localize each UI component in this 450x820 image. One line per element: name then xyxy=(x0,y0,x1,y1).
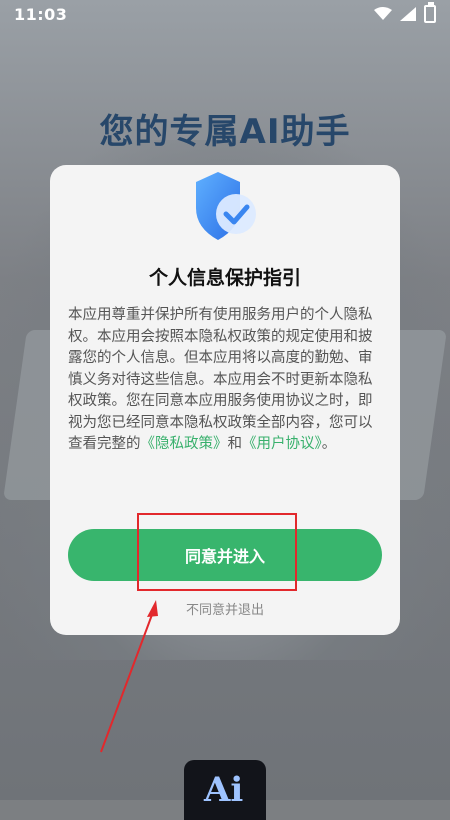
privacy-policy-link[interactable]: 《隐私政策》 xyxy=(141,436,228,452)
dialog-body: 本应用尊重并保护所有使用服务用户的个人隐私权。本应用会按照本隐私权政策的规定使用… xyxy=(68,305,384,456)
status-bar: 11:03 xyxy=(0,0,450,30)
battery-icon xyxy=(424,2,436,23)
background-headline: 您的专属AI助手 xyxy=(99,112,351,152)
signal-icon xyxy=(400,7,416,21)
user-agreement-link[interactable]: 《用户协议》 xyxy=(242,436,322,452)
dialog-title: 个人信息保护指引 xyxy=(148,267,301,289)
disagree-and-exit-link[interactable]: 不同意并退出 xyxy=(50,599,400,618)
wifi-icon xyxy=(374,7,392,20)
shield-check-icon xyxy=(188,170,268,240)
and-text: 和 xyxy=(227,436,243,452)
status-time: 11:03 xyxy=(14,5,68,24)
status-icons xyxy=(374,2,436,23)
annotation-highlight-box xyxy=(137,513,297,591)
body-end: 。 xyxy=(321,436,337,452)
app-logo-text: Ai xyxy=(204,770,244,810)
dialog-body-text: 本应用尊重并保护所有使用服务用户的个人隐私权。本应用会按照本隐私权政策的规定使用… xyxy=(68,307,373,452)
app-logo: Ai xyxy=(184,760,266,820)
